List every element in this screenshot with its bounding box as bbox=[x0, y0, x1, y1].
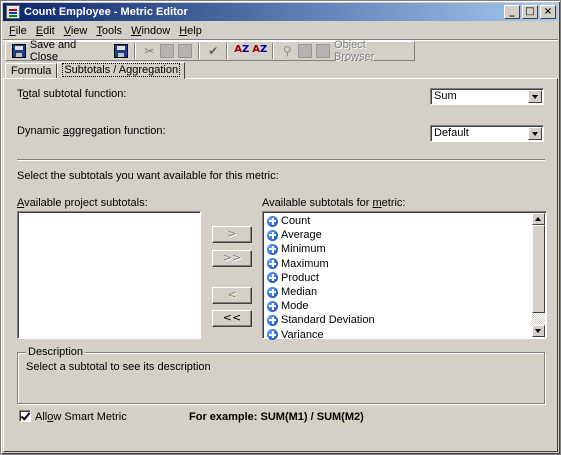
menu-window[interactable]: Window bbox=[131, 25, 170, 37]
dynamic-aggregation-label: Dynamic aggregation function: bbox=[17, 125, 166, 137]
menu-help[interactable]: Help bbox=[179, 25, 202, 37]
menu-file[interactable]: File bbox=[9, 25, 27, 37]
sort-az-icon: AZ bbox=[234, 44, 250, 55]
toolbar-divider bbox=[198, 43, 201, 59]
list-item[interactable]: Count bbox=[265, 214, 543, 228]
add-circle-icon bbox=[267, 272, 278, 284]
section-divider bbox=[17, 159, 545, 161]
save-icon bbox=[114, 44, 129, 58]
paste-button[interactable] bbox=[176, 42, 194, 60]
available-project-subtotals-label: Available project subtotals: bbox=[17, 197, 148, 209]
menu-bar: File Edit View Tools Window Help bbox=[3, 22, 558, 39]
list-item[interactable]: Product bbox=[265, 271, 543, 285]
editor-tabs: Formula Subtotals / Aggregation bbox=[5, 62, 186, 79]
maximize-button[interactable]: □ bbox=[522, 5, 538, 19]
metric-editor-app-icon bbox=[6, 5, 20, 19]
available-project-subtotals-list[interactable] bbox=[17, 211, 201, 339]
subtotals-panel: Total subtotal function: Sum Dynamic agg… bbox=[3, 78, 558, 452]
remove-all-subtotals-button[interactable]: << bbox=[212, 310, 252, 327]
cut-button[interactable]: ✂ bbox=[140, 42, 158, 60]
allow-smart-metric-label[interactable]: Allow Smart Metric bbox=[35, 411, 127, 423]
menu-view[interactable]: View bbox=[64, 25, 88, 37]
dynamic-aggregation-select[interactable]: Default bbox=[430, 125, 544, 142]
toolbar-divider bbox=[134, 43, 137, 59]
add-all-subtotals-button[interactable]: >> bbox=[212, 250, 252, 267]
scissors-icon: ✂ bbox=[144, 44, 155, 58]
copy-button[interactable] bbox=[158, 42, 176, 60]
smart-metric-example: For example: SUM(M1) / SUM(M2) bbox=[189, 411, 364, 423]
tab-subtotals-aggregation[interactable]: Subtotals / Aggregation bbox=[57, 62, 186, 79]
close-button[interactable]: × bbox=[540, 5, 556, 19]
list-item[interactable]: Standard Deviation bbox=[265, 313, 543, 327]
add-circle-icon bbox=[267, 300, 278, 312]
magnifier-icon: ⚲ bbox=[282, 44, 292, 58]
sort-az-button[interactable]: AZ bbox=[232, 42, 250, 60]
select-instruction: Select the subtotals you want available … bbox=[17, 170, 279, 182]
validate-button[interactable]: ✔ bbox=[204, 42, 222, 60]
vertical-scrollbar[interactable] bbox=[532, 213, 545, 337]
paste-icon bbox=[178, 44, 193, 58]
available-metric-subtotals-label: Available subtotals for metric: bbox=[262, 197, 406, 209]
sort-za-button[interactable]: AZ bbox=[250, 42, 268, 60]
properties-icon bbox=[298, 44, 313, 58]
add-circle-icon bbox=[267, 215, 278, 227]
window-title: Count Employee - Metric Editor bbox=[24, 6, 188, 18]
scroll-up-arrow-icon[interactable] bbox=[532, 213, 545, 225]
save-disk-icon bbox=[12, 44, 26, 58]
remove-subtotal-button[interactable]: < bbox=[212, 287, 252, 304]
list-item[interactable]: Minimum bbox=[265, 242, 543, 256]
tab-formula[interactable]: Formula bbox=[5, 63, 58, 79]
window-controls: _ □ × bbox=[504, 5, 556, 19]
minimize-button[interactable]: _ bbox=[504, 5, 520, 19]
description-text: Select a subtotal to see its description bbox=[26, 361, 211, 373]
add-subtotal-button[interactable]: > bbox=[212, 226, 252, 243]
list-item[interactable]: Variance bbox=[265, 328, 543, 342]
add-circle-icon bbox=[267, 229, 278, 241]
properties-button[interactable] bbox=[296, 42, 314, 60]
chevron-down-icon[interactable] bbox=[528, 90, 542, 103]
object-browser-button[interactable]: Object Browser bbox=[314, 39, 414, 63]
add-circle-icon bbox=[267, 314, 278, 326]
menu-edit[interactable]: Edit bbox=[36, 25, 55, 37]
metric-editor-window: Count Employee - Metric Editor _ □ × Fil… bbox=[0, 0, 561, 455]
save-and-close-button[interactable]: Save and Close bbox=[10, 39, 112, 63]
toolbar: Save and Close ✂ ✔ AZ AZ ⚲ Object Browse… bbox=[5, 39, 415, 63]
find-button[interactable]: ⚲ bbox=[278, 42, 296, 60]
list-item[interactable]: Average bbox=[265, 228, 543, 242]
checkmark-icon: ✔ bbox=[208, 44, 219, 58]
toolbar-divider bbox=[226, 43, 229, 59]
description-groupbox: Description Select a subtotal to see its… bbox=[17, 346, 545, 404]
object-browser-icon bbox=[316, 44, 331, 58]
description-title: Description bbox=[26, 346, 86, 358]
add-circle-icon bbox=[267, 243, 278, 255]
menu-tools[interactable]: Tools bbox=[96, 25, 122, 37]
add-circle-icon bbox=[267, 329, 278, 341]
chevron-down-icon[interactable] bbox=[528, 127, 542, 140]
add-circle-icon bbox=[267, 258, 278, 270]
allow-smart-metric-checkbox[interactable] bbox=[19, 410, 31, 422]
list-item[interactable]: Median bbox=[265, 285, 543, 299]
title-bar[interactable]: Count Employee - Metric Editor _ □ × bbox=[3, 3, 558, 21]
scroll-down-arrow-icon[interactable] bbox=[532, 325, 545, 337]
toolbar-divider bbox=[272, 43, 275, 59]
add-circle-icon bbox=[267, 286, 278, 298]
scrollbar-thumb[interactable] bbox=[532, 225, 545, 313]
list-item[interactable]: Maximum bbox=[265, 257, 543, 271]
list-item[interactable]: Mode bbox=[265, 299, 543, 313]
available-metric-subtotals-list[interactable]: Count Average Minimum Maximum Product Me… bbox=[262, 211, 547, 342]
metric-subtotal-items: Count Average Minimum Maximum Product Me… bbox=[265, 214, 543, 342]
sort-za-icon: AZ bbox=[252, 44, 268, 55]
copy-icon bbox=[160, 44, 175, 58]
total-subtotal-select[interactable]: Sum bbox=[430, 88, 544, 105]
total-subtotal-label: Total subtotal function: bbox=[17, 88, 127, 100]
save-button[interactable] bbox=[112, 42, 130, 60]
